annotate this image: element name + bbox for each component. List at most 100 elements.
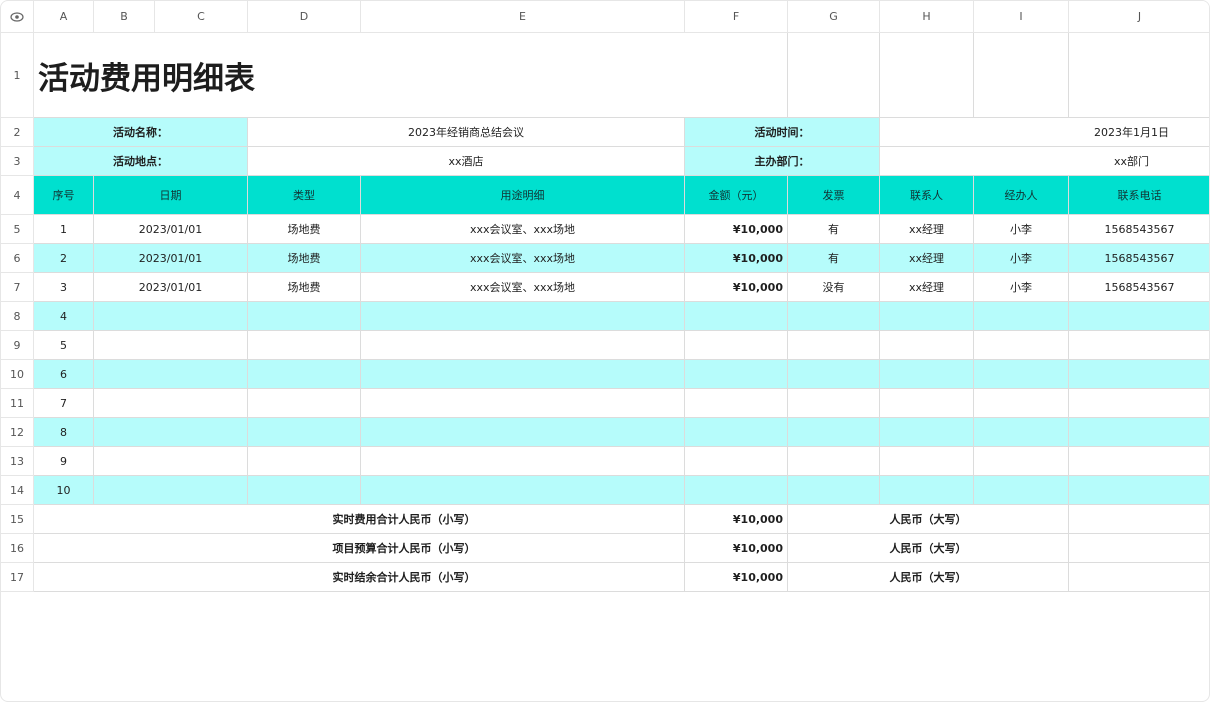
cell-invoice[interactable] — [788, 476, 880, 505]
row-header-4[interactable]: 4 — [1, 176, 34, 215]
cell-invoice[interactable] — [788, 331, 880, 360]
cell-type[interactable]: 场地费 — [248, 215, 361, 244]
cell-invoice[interactable]: 没有 — [788, 273, 880, 302]
summary-amount[interactable]: ¥10,000 — [685, 505, 788, 534]
row-header-3[interactable]: 3 — [1, 147, 34, 176]
cell-contact[interactable] — [880, 360, 974, 389]
summary-cap-label[interactable]: 人民币（大写） — [788, 534, 1069, 563]
cell-amount[interactable] — [685, 447, 788, 476]
cell-type[interactable]: 场地费 — [248, 273, 361, 302]
cell-phone[interactable]: 1568543567 — [1069, 244, 1209, 273]
cell-detail[interactable] — [361, 418, 685, 447]
cell-amount[interactable] — [685, 389, 788, 418]
column-header-e[interactable]: E — [361, 1, 685, 33]
cell-invoice[interactable]: 有 — [788, 244, 880, 273]
cell-handler[interactable] — [974, 302, 1069, 331]
cell-j1[interactable] — [1069, 33, 1209, 118]
cell-date[interactable] — [94, 302, 248, 331]
cell-amount[interactable] — [685, 302, 788, 331]
header-seq[interactable]: 序号 — [34, 176, 94, 215]
activity-name-label[interactable]: 活动名称： — [34, 118, 248, 147]
cell-phone[interactable] — [1069, 331, 1209, 360]
cell-invoice[interactable] — [788, 447, 880, 476]
cell-amount[interactable] — [685, 360, 788, 389]
column-header-h[interactable]: H — [880, 1, 974, 33]
activity-time-label[interactable]: 活动时间： — [685, 118, 880, 147]
cell-invoice[interactable] — [788, 389, 880, 418]
cell-seq[interactable]: 7 — [34, 389, 94, 418]
cell-type[interactable] — [248, 389, 361, 418]
cell-type[interactable] — [248, 476, 361, 505]
row-header-1[interactable]: 1 — [1, 33, 34, 118]
cell-amount[interactable] — [685, 476, 788, 505]
cell-date[interactable] — [94, 331, 248, 360]
cell-detail[interactable]: xxx会议室、xxx场地 — [361, 215, 685, 244]
cell-phone[interactable] — [1069, 360, 1209, 389]
cell-date[interactable] — [94, 447, 248, 476]
eye-icon[interactable] — [1, 1, 34, 33]
summary-cap-label[interactable]: 人民币（大写） — [788, 505, 1069, 534]
summary-cap-value[interactable] — [1069, 563, 1209, 592]
cell-seq[interactable]: 1 — [34, 215, 94, 244]
header-detail[interactable]: 用途明细 — [361, 176, 685, 215]
cell-phone[interactable] — [1069, 447, 1209, 476]
cell-detail[interactable]: xxx会议室、xxx场地 — [361, 244, 685, 273]
cell-invoice[interactable] — [788, 418, 880, 447]
cell-contact[interactable] — [880, 302, 974, 331]
summary-cap-label[interactable]: 人民币（大写） — [788, 563, 1069, 592]
cell-date[interactable] — [94, 389, 248, 418]
cell-detail[interactable]: xxx会议室、xxx场地 — [361, 273, 685, 302]
cell-invoice[interactable] — [788, 360, 880, 389]
cell-g1[interactable] — [788, 33, 880, 118]
cell-phone[interactable] — [1069, 418, 1209, 447]
cell-contact[interactable] — [880, 418, 974, 447]
column-header-a[interactable]: A — [34, 1, 94, 33]
row-header-7[interactable]: 7 — [1, 273, 34, 302]
organizer-value[interactable]: xx部门 — [880, 147, 1209, 176]
row-header-15[interactable]: 15 — [1, 505, 34, 534]
cell-date[interactable] — [94, 418, 248, 447]
header-amount[interactable]: 金额（元） — [685, 176, 788, 215]
cell-type[interactable] — [248, 447, 361, 476]
summary-amount[interactable]: ¥10,000 — [685, 563, 788, 592]
sheet-title[interactable]: 活动费用明细表 — [34, 33, 788, 118]
cell-handler[interactable] — [974, 418, 1069, 447]
cell-date[interactable]: 2023/01/01 — [94, 273, 248, 302]
cell-h1[interactable] — [880, 33, 974, 118]
cell-detail[interactable] — [361, 389, 685, 418]
summary-label[interactable]: 实时费用合计人民币（小写） — [34, 505, 685, 534]
summary-label[interactable]: 实时结余合计人民币（小写） — [34, 563, 685, 592]
cell-contact[interactable]: xx经理 — [880, 273, 974, 302]
cell-handler[interactable] — [974, 476, 1069, 505]
column-header-f[interactable]: F — [685, 1, 788, 33]
column-header-b[interactable]: B — [94, 1, 155, 33]
row-header-16[interactable]: 16 — [1, 534, 34, 563]
header-contact[interactable]: 联系人 — [880, 176, 974, 215]
cell-phone[interactable]: 1568543567 — [1069, 215, 1209, 244]
cell-detail[interactable] — [361, 476, 685, 505]
summary-label[interactable]: 项目预算合计人民币（小写） — [34, 534, 685, 563]
cell-contact[interactable] — [880, 447, 974, 476]
cell-i1[interactable] — [974, 33, 1069, 118]
header-invoice[interactable]: 发票 — [788, 176, 880, 215]
cell-handler[interactable]: 小李 — [974, 244, 1069, 273]
cell-handler[interactable] — [974, 389, 1069, 418]
cell-amount[interactable] — [685, 331, 788, 360]
cell-seq[interactable]: 10 — [34, 476, 94, 505]
column-header-i[interactable]: I — [974, 1, 1069, 33]
row-header-2[interactable]: 2 — [1, 118, 34, 147]
activity-name-value[interactable]: 2023年经销商总结会议 — [248, 118, 685, 147]
row-header-17[interactable]: 17 — [1, 563, 34, 592]
row-header-12[interactable]: 12 — [1, 418, 34, 447]
cell-seq[interactable]: 6 — [34, 360, 94, 389]
row-header-14[interactable]: 14 — [1, 476, 34, 505]
column-header-d[interactable]: D — [248, 1, 361, 33]
cell-type[interactable] — [248, 302, 361, 331]
cell-detail[interactable] — [361, 360, 685, 389]
cell-handler[interactable]: 小李 — [974, 273, 1069, 302]
cell-amount[interactable]: ¥10,000 — [685, 273, 788, 302]
cell-amount[interactable]: ¥10,000 — [685, 244, 788, 273]
cell-invoice[interactable] — [788, 302, 880, 331]
cell-contact[interactable]: xx经理 — [880, 244, 974, 273]
cell-seq[interactable]: 2 — [34, 244, 94, 273]
